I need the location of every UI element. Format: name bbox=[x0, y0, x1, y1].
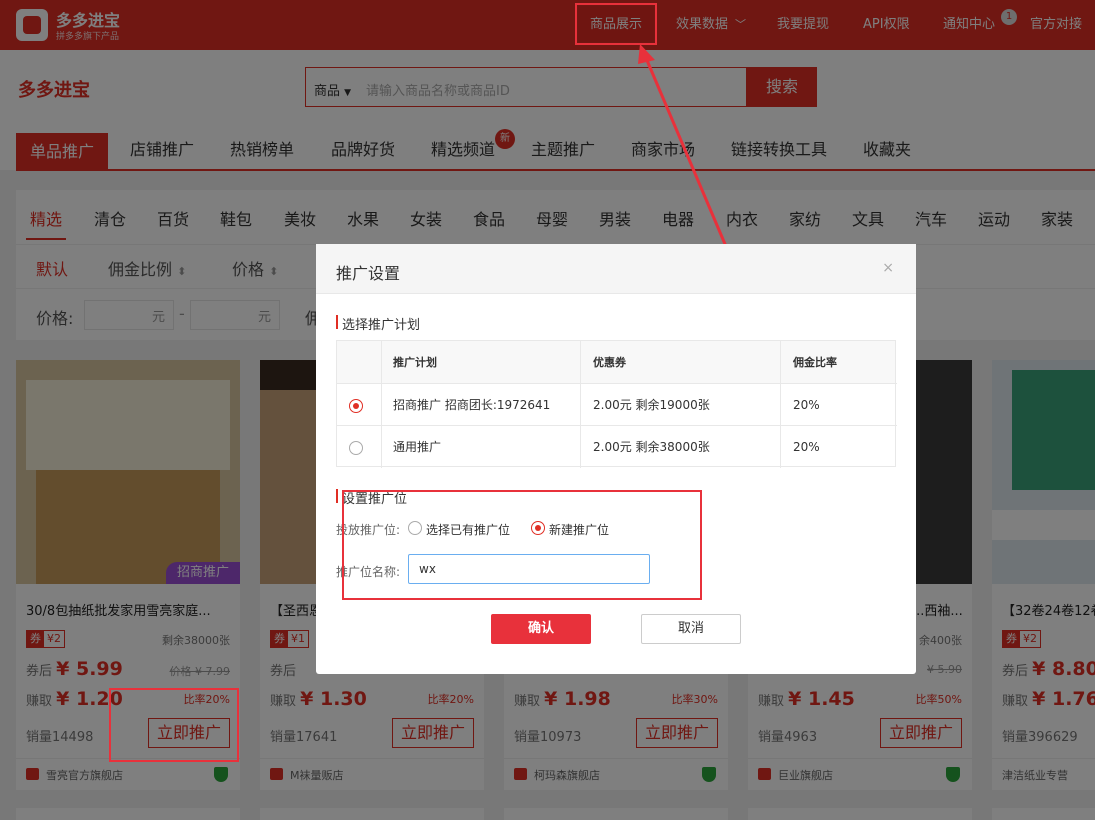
plan-radio-selected[interactable] bbox=[349, 399, 363, 413]
dialog-title: 推广设置 bbox=[336, 264, 401, 283]
plan-rate: 20% bbox=[793, 440, 820, 454]
column-header: 佣金比率 bbox=[793, 341, 837, 384]
promotion-settings-dialog: 推广设置 × 选择推广计划 推广计划 优惠券 佣金比率 招商推广 招商团长:19… bbox=[316, 244, 916, 674]
close-icon[interactable]: × bbox=[882, 260, 894, 276]
plan-name: 通用推广 bbox=[393, 440, 442, 454]
plan-table: 推广计划 优惠券 佣金比率 招商推广 招商团长:1972641 2.00元 剩余… bbox=[336, 340, 897, 468]
section-marker bbox=[336, 489, 338, 503]
plan-coupon: 2.00元 剩余19000张 bbox=[593, 398, 710, 412]
section-marker bbox=[336, 315, 338, 329]
section-title-plan: 选择推广计划 bbox=[342, 318, 421, 333]
annotation-box-position bbox=[342, 490, 702, 600]
plan-name: 招商推广 招商团长:1972641 bbox=[393, 398, 551, 412]
column-header: 推广计划 bbox=[393, 341, 437, 384]
plan-rate: 20% bbox=[793, 398, 820, 412]
dialog-header bbox=[316, 244, 916, 294]
plan-coupon: 2.00元 剩余38000张 bbox=[593, 440, 710, 454]
cancel-button[interactable]: 取消 bbox=[641, 614, 741, 644]
col-divider bbox=[780, 341, 781, 468]
column-header: 优惠券 bbox=[593, 341, 626, 384]
col-divider bbox=[381, 341, 382, 468]
confirm-button[interactable]: 确认 bbox=[491, 614, 591, 644]
col-divider bbox=[580, 341, 581, 468]
plan-radio[interactable] bbox=[349, 441, 363, 455]
